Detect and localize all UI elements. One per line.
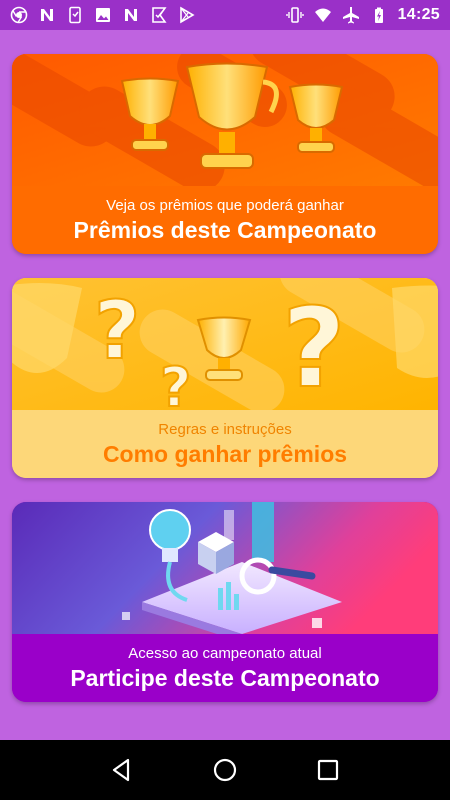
card-subtitle: Veja os prêmios que poderá ganhar	[106, 196, 344, 214]
join-banner-image	[12, 502, 438, 634]
system-icons: 14:25	[285, 6, 440, 24]
card-subtitle: Regras e instruções	[158, 420, 292, 438]
clock: 14:25	[397, 6, 440, 23]
join-card-text: Acesso ao campeonato atual Participe des…	[12, 634, 438, 702]
chrome-icon	[10, 6, 28, 24]
back-icon	[112, 758, 129, 782]
prizes-banner-image	[12, 54, 438, 186]
notification-icons	[10, 6, 196, 24]
card-title: Prêmios deste Campeonato	[73, 216, 377, 243]
vibrate-icon	[285, 6, 304, 24]
card-title: Participe deste Campeonato	[70, 664, 380, 691]
battery-charging-icon	[370, 6, 388, 24]
svg-text:?: ?	[94, 284, 140, 377]
image-icon	[94, 6, 112, 24]
home-button[interactable]	[205, 750, 245, 790]
how-to-win-banner-image: ? ? ?	[12, 278, 438, 410]
join-championship-card[interactable]: Acesso ao campeonato atual Participe des…	[12, 502, 438, 702]
wifi-icon	[314, 6, 332, 24]
play-store-icon	[178, 6, 196, 24]
svg-text:?: ?	[282, 284, 346, 410]
how-to-win-card[interactable]: ? ? ? Regras e instruções Como ganhar pr…	[12, 278, 438, 478]
svg-text:?: ?	[160, 356, 191, 410]
back-button[interactable]	[102, 750, 142, 790]
n-icon	[38, 6, 56, 24]
status-bar: 14:25	[0, 0, 450, 30]
prizes-card-text: Veja os prêmios que poderá ganhar Prêmio…	[12, 186, 438, 254]
how-to-win-card-text: Regras e instruções Como ganhar prêmios	[12, 410, 438, 478]
recents-button[interactable]	[308, 750, 348, 790]
card-title: Como ganhar prêmios	[102, 440, 348, 467]
card-subtitle: Acesso ao campeonato atual	[128, 644, 322, 662]
phone-icon	[66, 6, 84, 24]
check-icon	[150, 6, 168, 24]
airplane-icon	[342, 6, 360, 24]
navigation-bar	[0, 740, 450, 800]
prizes-card[interactable]: Veja os prêmios que poderá ganhar Prêmio…	[12, 54, 438, 254]
recents-icon	[318, 759, 339, 781]
home-icon	[213, 758, 237, 782]
n-icon	[122, 6, 140, 24]
